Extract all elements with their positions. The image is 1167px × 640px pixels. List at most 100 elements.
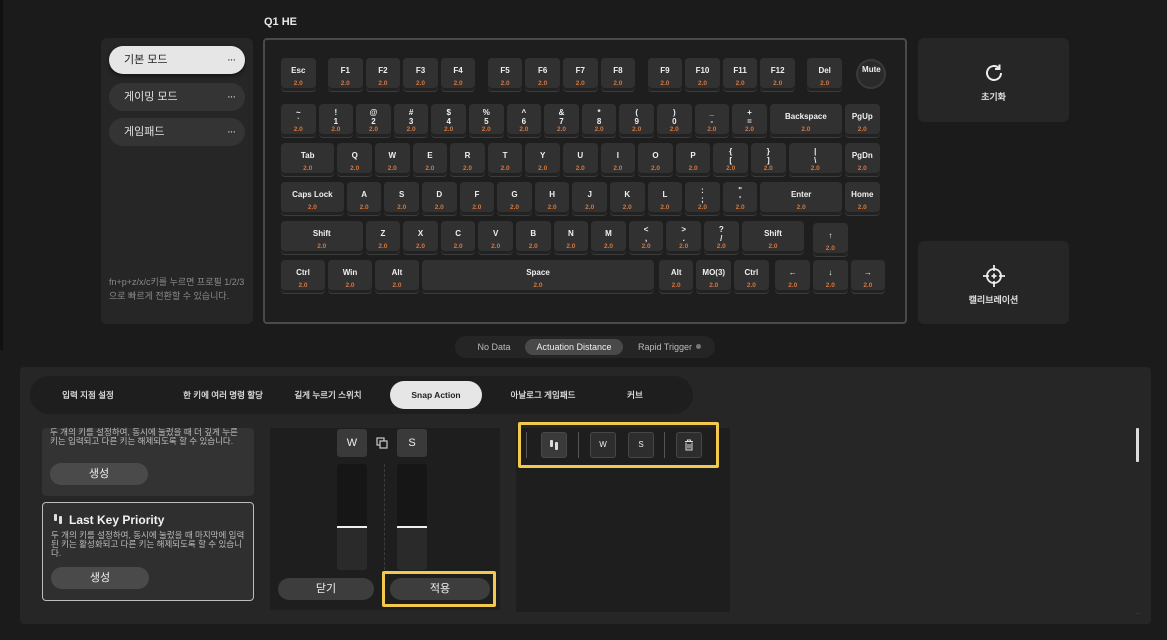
key-C[interactable]: C 2.0 [440, 221, 476, 254]
mode-no-data[interactable]: No Data [465, 339, 523, 355]
key-F3[interactable]: F3 2.0 [403, 58, 438, 91]
key-Y[interactable]: Y 2.0 [525, 143, 560, 176]
key-Alt[interactable]: Alt 2.0 [375, 260, 419, 293]
key-X[interactable]: X 2.0 [403, 221, 438, 254]
key-4[interactable]: $ 4 2.0 [431, 104, 466, 137]
key-W[interactable]: W 2.0 [375, 143, 410, 176]
key-CapsLock[interactable]: Caps Lock 2.0 [281, 182, 344, 215]
calibration-button[interactable]: 캘리브레이션 [918, 241, 1069, 324]
key-2[interactable]: @ 2 2.0 [356, 104, 391, 137]
key-K[interactable]: K 2.0 [610, 182, 645, 215]
key-Alt[interactable]: Alt 2.0 [658, 260, 694, 293]
key-I[interactable]: I 2.0 [600, 143, 636, 176]
key-PgDn[interactable]: PgDn 2.0 [845, 143, 880, 176]
key-[interactable]: ↓ 2.0 [813, 260, 848, 293]
key-Q[interactable]: Q 2.0 [337, 143, 372, 176]
key-R[interactable]: R 2.0 [450, 143, 485, 176]
key-M[interactable]: M 2.0 [591, 221, 626, 254]
key-F[interactable]: F 2.0 [459, 182, 495, 215]
resize-handle[interactable]: ·· [1136, 611, 1140, 617]
key-3[interactable]: # 3 2.0 [393, 104, 429, 137]
key-[interactable]: _ -2.0 [694, 104, 730, 137]
key-8[interactable]: * 8 2.0 [581, 104, 617, 137]
key-F5[interactable]: F5 2.0 [487, 58, 523, 91]
key-a-travel-track[interactable] [337, 464, 367, 570]
key-Backspace[interactable]: Backspace 2.0 [769, 104, 842, 137]
key-6[interactable]: ^ 6 2.0 [506, 104, 542, 137]
key-PgUp[interactable]: PgUp 2.0 [845, 104, 880, 137]
key-B[interactable]: B 2.0 [516, 221, 551, 254]
key-F2[interactable]: F2 2.0 [365, 58, 401, 91]
key-[interactable]: : ; 2.0 [685, 182, 720, 215]
key-[interactable]: " ' 2.0 [722, 182, 758, 215]
tab-analog-gamepad[interactable]: 아날로그 게임패드 [490, 381, 596, 409]
key-Esc[interactable]: Esc 2.0 [281, 58, 316, 91]
key-9[interactable]: ( 9 2.0 [619, 104, 654, 137]
key-[interactable]: < , 2.0 [628, 221, 664, 254]
key-J[interactable]: J 2.0 [572, 182, 607, 215]
key-b-travel-track[interactable] [397, 464, 427, 570]
profile-item-default[interactable]: 기본 모드 ··· [109, 46, 245, 74]
key-[interactable]: } ] 2.0 [751, 143, 786, 176]
key-Home[interactable]: Home 2.0 [845, 182, 880, 215]
key-a-chip[interactable]: W [337, 429, 367, 457]
key-[interactable]: ← 2.0 [775, 260, 811, 293]
key-Mute[interactable]: Mute [858, 61, 885, 87]
key-F11[interactable]: F11 2.0 [722, 58, 758, 91]
mode-rapid-trigger[interactable]: Rapid Trigger [631, 339, 699, 355]
tab-actuation-point[interactable]: 입력 지점 설정 [40, 381, 136, 409]
key-[interactable]: | \ 2.0 [788, 143, 842, 176]
reset-button[interactable]: 초기화 [918, 38, 1069, 122]
key-N[interactable]: N 2.0 [553, 221, 589, 254]
key-Tab[interactable]: Tab 2.0 [281, 143, 335, 176]
key-F9[interactable]: F9 2.0 [647, 58, 683, 91]
key-D[interactable]: D 2.0 [422, 182, 457, 215]
tab-hold-switch[interactable]: 길게 누르기 스위치 [266, 381, 390, 409]
key-Win[interactable]: Win 2.0 [328, 260, 372, 293]
key-A[interactable]: A 2.0 [346, 182, 382, 215]
create-button[interactable]: 생성 [50, 463, 148, 485]
key-G[interactable]: G 2.0 [497, 182, 532, 215]
key-F12[interactable]: F12 2.0 [760, 58, 795, 91]
tab-curve[interactable]: 커브 [616, 381, 654, 409]
key-Ctrl[interactable]: Ctrl 2.0 [281, 260, 325, 293]
key-Enter[interactable]: Enter 2.0 [760, 182, 842, 215]
more-icon[interactable]: ··· [227, 46, 236, 74]
key-[interactable]: ↑ 2.0 [813, 223, 848, 256]
key-V[interactable]: V 2.0 [478, 221, 513, 254]
last-key-priority-card[interactable]: Last Key Priority 두 개의 키를 설정하여, 동시에 눌렀을 … [42, 502, 254, 601]
key-T[interactable]: T 2.0 [487, 143, 523, 176]
key-b-travel-marker[interactable] [397, 525, 427, 528]
key-U[interactable]: U 2.0 [563, 143, 598, 176]
key-H[interactable]: H 2.0 [534, 182, 570, 215]
key-P[interactable]: P 2.0 [675, 143, 711, 176]
key-F1[interactable]: F1 2.0 [328, 58, 363, 91]
key-Del[interactable]: Del 2.0 [807, 58, 842, 91]
more-icon[interactable]: ··· [227, 118, 236, 146]
key-b-chip[interactable]: S [397, 429, 427, 457]
key-0[interactable]: ) 0 2.0 [657, 104, 692, 137]
key-MO3[interactable]: MO(3) 2.0 [696, 260, 732, 293]
mode-actuation-distance[interactable]: Actuation Distance [525, 339, 623, 355]
key-[interactable]: → 2.0 [850, 260, 886, 293]
key-Ctrl[interactable]: Ctrl 2.0 [734, 260, 769, 293]
key-F7[interactable]: F7 2.0 [563, 58, 598, 91]
tab-snap-action[interactable]: Snap Action [390, 381, 482, 409]
profile-item-gamepad[interactable]: 게임패드 ··· [109, 118, 245, 146]
key-E[interactable]: E 2.0 [412, 143, 448, 176]
key-a-travel-marker[interactable] [337, 525, 367, 528]
close-button[interactable]: 닫기 [278, 578, 374, 600]
key-F4[interactable]: F4 2.0 [440, 58, 476, 91]
key-[interactable]: > . 2.0 [666, 221, 701, 254]
more-icon[interactable]: ··· [227, 83, 236, 111]
key-[interactable]: + = 2.0 [732, 104, 767, 137]
key-F10[interactable]: F10 2.0 [685, 58, 720, 91]
key-F6[interactable]: F6 2.0 [525, 58, 560, 91]
key-1[interactable]: ! 1 2.0 [318, 104, 354, 137]
scrollbar-thumb[interactable] [1136, 428, 1139, 462]
key-7[interactable]: & 7 2.0 [544, 104, 579, 137]
key-L[interactable]: L 2.0 [647, 182, 683, 215]
key-[interactable]: ~ ` 2.0 [281, 104, 316, 137]
key-Z[interactable]: Z 2.0 [365, 221, 401, 254]
profile-item-gaming[interactable]: 게이밍 모드 ··· [109, 83, 245, 111]
